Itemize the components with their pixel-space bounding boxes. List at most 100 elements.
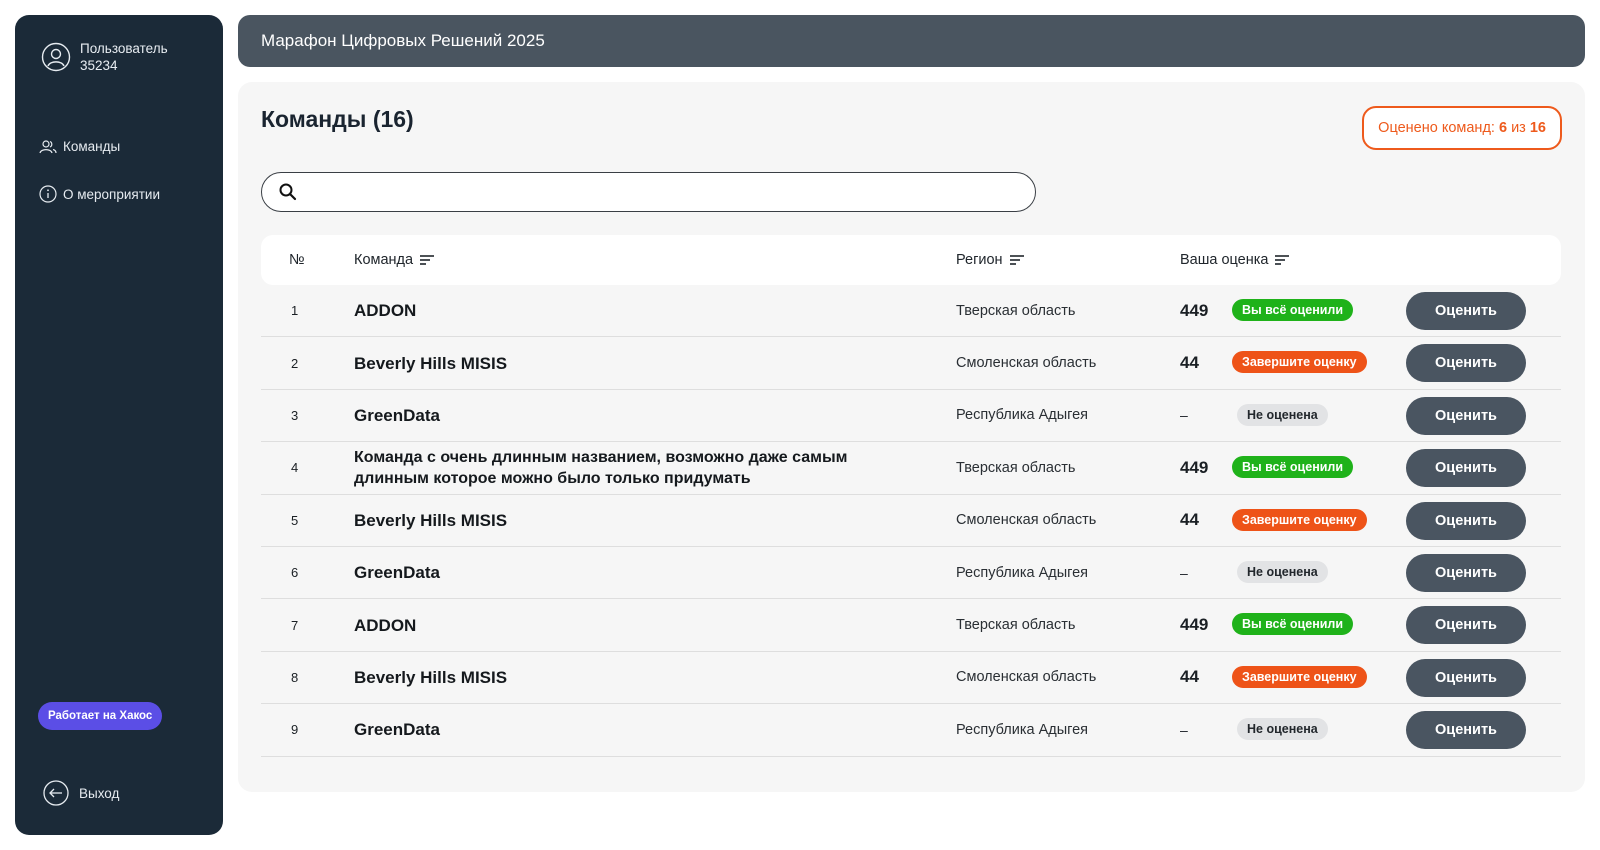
column-label: Регион bbox=[956, 252, 1003, 268]
user-name: Пользователь 35234 bbox=[80, 41, 168, 73]
row-number: 6 bbox=[291, 565, 299, 581]
search-icon bbox=[279, 183, 297, 201]
row-number: 5 bbox=[291, 512, 299, 528]
status-badge: Вы всё оценили bbox=[1232, 299, 1354, 321]
team-region: Смоленская область bbox=[956, 669, 1097, 686]
team-name: GreenData bbox=[354, 405, 440, 425]
status-badge: Не оценена bbox=[1237, 403, 1328, 426]
sort-icon[interactable] bbox=[1009, 254, 1025, 266]
counter-prefix: Оценено команд: bbox=[1378, 120, 1495, 136]
status-badge: Завершите оценку bbox=[1232, 665, 1367, 688]
row-number: 3 bbox=[291, 407, 299, 423]
teams-table-body: 1 ADDON Тверская область 449 Вы всё оцен… bbox=[261, 285, 1561, 757]
team-region: Тверская область bbox=[956, 459, 1076, 476]
logout-button[interactable]: Выход bbox=[43, 780, 119, 806]
rate-button[interactable]: Оценить bbox=[1406, 344, 1526, 383]
team-region: Тверская область bbox=[956, 617, 1076, 634]
table-row: 8 Beverly Hills MISIS Смоленская область… bbox=[261, 652, 1561, 705]
sidebar: Пользователь 35234 Команды О мероприятии… bbox=[15, 15, 223, 835]
table-row: 6 GreenData Республика Адыгея – Не оцене… bbox=[261, 547, 1561, 600]
table-row: 7 ADDON Тверская область 449 Вы всё оцен… bbox=[261, 599, 1561, 652]
rate-button[interactable]: Оценить bbox=[1406, 449, 1526, 488]
column-header-team: Команда bbox=[354, 235, 435, 285]
status-badge: Вы всё оценили bbox=[1232, 613, 1354, 636]
team-score: – bbox=[1180, 721, 1188, 738]
team-score: 44 bbox=[1180, 353, 1199, 373]
row-number: 4 bbox=[291, 460, 299, 476]
rated-counter-badge: Оценено команд: 6 из 16 bbox=[1362, 106, 1562, 150]
sort-icon[interactable] bbox=[419, 254, 435, 266]
table-row: 3 GreenData Республика Адыгея – Не оцене… bbox=[261, 390, 1561, 443]
team-region: Республика Адыгея bbox=[956, 407, 1089, 424]
team-name: Beverly Hills MISIS bbox=[354, 353, 508, 373]
logout-label: Выход bbox=[79, 785, 120, 801]
team-score: 44 bbox=[1180, 667, 1199, 687]
user-avatar-icon bbox=[41, 42, 71, 72]
sidebar-item-label: Команды bbox=[63, 139, 121, 154]
rate-button[interactable]: Оценить bbox=[1406, 292, 1526, 330]
team-name: Beverly Hills MISIS bbox=[354, 667, 508, 687]
team-score: 44 bbox=[1180, 510, 1199, 530]
team-score: 449 bbox=[1180, 615, 1209, 635]
search-input[interactable] bbox=[306, 180, 1026, 204]
page-title: Команды (16) bbox=[261, 106, 414, 133]
column-header-num: № bbox=[289, 235, 305, 285]
team-name: GreenData bbox=[354, 720, 440, 740]
row-number: 8 bbox=[291, 669, 299, 685]
rate-button[interactable]: Оценить bbox=[1406, 501, 1526, 540]
team-region: Смоленская область bbox=[956, 355, 1097, 372]
team-score: 449 bbox=[1180, 457, 1209, 477]
rate-button[interactable]: Оценить bbox=[1406, 396, 1526, 435]
search-box[interactable] bbox=[261, 172, 1036, 212]
row-number: 2 bbox=[291, 355, 299, 371]
counter-of: из bbox=[1511, 120, 1526, 136]
column-label: Ваша оценка bbox=[1180, 252, 1269, 268]
team-name: ADDON bbox=[354, 615, 417, 635]
row-number: 1 bbox=[291, 303, 299, 319]
teams-panel: Команды (16) Оценено команд: 6 из 16 № К… bbox=[238, 82, 1585, 792]
team-region: Республика Адыгея bbox=[956, 721, 1089, 738]
row-number: 7 bbox=[291, 617, 299, 633]
logout-icon bbox=[43, 780, 69, 806]
event-title: Марафон Цифровых Решений 2025 bbox=[261, 31, 545, 50]
sidebar-item-about[interactable]: О мероприятии bbox=[39, 185, 160, 203]
row-number: 9 bbox=[291, 722, 299, 738]
rate-button[interactable]: Оценить bbox=[1406, 606, 1526, 645]
team-region: Республика Адыгея bbox=[956, 564, 1089, 581]
sort-icon[interactable] bbox=[1274, 254, 1290, 266]
status-badge: Не оценена bbox=[1237, 718, 1328, 741]
team-name: ADDON bbox=[354, 301, 417, 321]
status-badge: Не оценена bbox=[1237, 560, 1328, 583]
table-row: 4 Команда с очень длинным названием, воз… bbox=[261, 442, 1561, 495]
team-count: (16) bbox=[372, 106, 414, 132]
counter-rated: 6 bbox=[1498, 120, 1508, 136]
rate-button[interactable]: Оценить bbox=[1406, 658, 1526, 697]
team-name: GreenData bbox=[354, 563, 440, 583]
status-badge: Завершите оценку bbox=[1232, 508, 1367, 531]
status-badge: Вы всё оценили bbox=[1232, 456, 1354, 479]
team-region: Смоленская область bbox=[956, 512, 1097, 529]
sidebar-item-label: О мероприятии bbox=[63, 186, 160, 202]
team-name: Beverly Hills MISIS bbox=[354, 510, 508, 530]
team-region: Тверская область bbox=[956, 302, 1076, 319]
column-header-score: Ваша оценка bbox=[1180, 235, 1290, 285]
table-row: 1 ADDON Тверская область 449 Вы всё оцен… bbox=[261, 285, 1561, 338]
column-header-region: Регион bbox=[956, 235, 1025, 285]
team-score: – bbox=[1180, 407, 1188, 424]
page-title-text: Команды bbox=[261, 106, 367, 132]
powered-by-badge[interactable]: Работает на Хакос bbox=[38, 702, 163, 730]
rate-button[interactable]: Оценить bbox=[1406, 553, 1526, 592]
users-icon bbox=[39, 139, 57, 153]
user-profile[interactable]: Пользователь 35234 bbox=[41, 40, 180, 74]
event-header: Марафон Цифровых Решений 2025 bbox=[238, 15, 1585, 67]
counter-total: 16 bbox=[1529, 120, 1546, 136]
table-row: 2 Beverly Hills MISIS Смоленская область… bbox=[261, 337, 1561, 390]
team-score: 449 bbox=[1180, 300, 1209, 320]
rate-button[interactable]: Оценить bbox=[1406, 711, 1526, 750]
sidebar-item-teams[interactable]: Команды bbox=[39, 139, 120, 154]
column-label: № bbox=[289, 252, 305, 268]
table-row: 5 Beverly Hills MISIS Смоленская область… bbox=[261, 495, 1561, 547]
team-name: Команда с очень длинным названием, возмо… bbox=[354, 448, 848, 487]
status-badge: Завершите оценку bbox=[1232, 351, 1367, 374]
team-score: – bbox=[1180, 564, 1188, 581]
